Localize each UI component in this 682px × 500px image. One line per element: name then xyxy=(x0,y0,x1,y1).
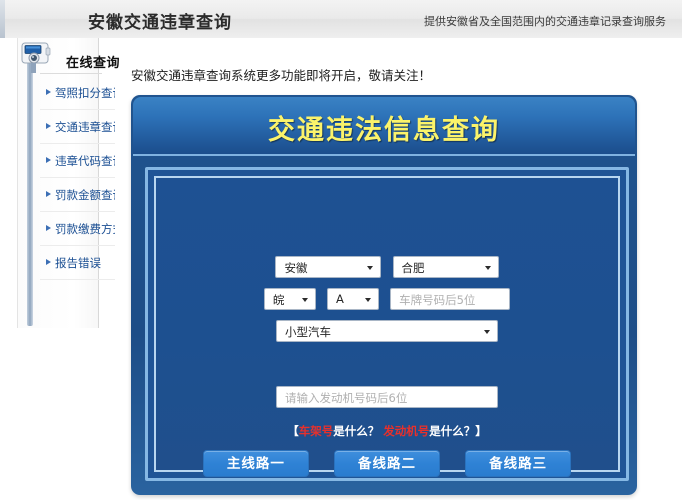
hint-question-1: 是什么？ xyxy=(333,424,379,438)
query-buttons: 主线路一 备线路二 备线路三 xyxy=(156,450,618,477)
plate-prefix-value: 皖 xyxy=(273,292,285,308)
form-row-plate: 皖 A 车牌号码后5位 xyxy=(156,288,618,310)
form-hint: 【车架号是什么？ 发动机号是什么？】 xyxy=(156,423,618,439)
form-row-vehicle: 小型汽车 xyxy=(156,320,618,342)
notice-text: 安徽交通违章查询系统更多功能即将开启，敬请关注！ xyxy=(131,65,431,84)
query-button-line-3[interactable]: 备线路三 xyxy=(465,450,571,477)
arrow-right-icon xyxy=(46,123,51,129)
sidebar: 在线查询 驾照扣分查询 交通违章查询 违章代码查询 罚款金额查询 罚款缴费方式 xyxy=(17,38,99,328)
arrow-right-icon xyxy=(46,157,51,163)
header-accent-bar xyxy=(0,0,5,38)
form-row-engine: 请输入发动机号码后6位 xyxy=(156,386,618,408)
province-select-value: 安徽 xyxy=(284,260,307,276)
plate-letter-select[interactable]: A xyxy=(327,288,379,310)
province-select[interactable]: 安徽 xyxy=(275,256,381,278)
chevron-down-icon xyxy=(302,298,308,302)
query-form: 安徽 合肥 皖 xyxy=(156,178,618,470)
site-header: 安徽交通违章查询 提供安徽省及全国范围内的交通违章记录查询服务 xyxy=(0,0,682,39)
sidebar-item-report-error[interactable]: 报告错误 xyxy=(40,246,115,280)
chevron-down-icon xyxy=(485,266,491,270)
form-row-region: 安徽 合肥 xyxy=(156,256,618,278)
chevron-down-icon xyxy=(367,266,373,270)
hint-chassis-link[interactable]: 车架号 xyxy=(299,424,334,438)
hint-question-2: 是什么？ xyxy=(429,424,475,438)
hint-close-bracket: 】 xyxy=(475,424,487,438)
sidebar-rail xyxy=(27,44,33,326)
engine-number-placeholder: 请输入发动机号码后6位 xyxy=(285,390,407,406)
hint-engine-link[interactable]: 发动机号 xyxy=(383,424,429,438)
sidebar-item-fine-amount[interactable]: 罚款金额查询 xyxy=(40,178,115,212)
sidebar-header-label: 在线查询 xyxy=(66,52,120,71)
sidebar-item-label: 罚款缴费方式 xyxy=(55,221,115,237)
sidebar-item-label: 违章代码查询 xyxy=(55,153,115,169)
page-body: 在线查询 驾照扣分查询 交通违章查询 违章代码查询 罚款金额查询 罚款缴费方式 xyxy=(0,38,682,500)
plate-number-input[interactable]: 车牌号码后5位 xyxy=(390,288,510,310)
arrow-right-icon xyxy=(46,225,51,231)
engine-number-input[interactable]: 请输入发动机号码后6位 xyxy=(276,386,498,408)
sidebar-item-label: 报告错误 xyxy=(55,255,101,271)
city-select[interactable]: 合肥 xyxy=(393,256,499,278)
query-panel: 交通违法信息查询 安徽 合肥 xyxy=(131,95,637,495)
sidebar-item-payment-method[interactable]: 罚款缴费方式 xyxy=(40,212,115,246)
query-form-inner-frame: 安徽 合肥 皖 xyxy=(154,176,620,472)
site-title: 安徽交通违章查询 xyxy=(88,8,232,33)
arrow-right-icon xyxy=(46,191,51,197)
query-button-line-1[interactable]: 主线路一 xyxy=(203,450,309,477)
sidebar-nav: 驾照扣分查询 交通违章查询 违章代码查询 罚款金额查询 罚款缴费方式 报告错误 xyxy=(40,76,115,280)
sidebar-item-label: 罚款金额查询 xyxy=(55,187,115,203)
query-panel-header: 交通违法信息查询 xyxy=(133,97,635,156)
chevron-down-icon xyxy=(484,330,490,334)
site-tagline: 提供安徽省及全国范围内的交通违章记录查询服务 xyxy=(424,13,666,29)
query-button-line-2[interactable]: 备线路二 xyxy=(334,450,440,477)
chevron-down-icon xyxy=(365,298,371,302)
sidebar-item-traffic-violation[interactable]: 交通违章查询 xyxy=(40,110,115,144)
sidebar-item-label: 交通违章查询 xyxy=(55,119,115,135)
query-panel-title: 交通违法信息查询 xyxy=(133,108,635,147)
city-select-value: 合肥 xyxy=(402,260,425,276)
vehicle-type-select[interactable]: 小型汽车 xyxy=(276,320,498,342)
plate-letter-value: A xyxy=(336,292,344,306)
plate-prefix-select[interactable]: 皖 xyxy=(264,288,316,310)
arrow-right-icon xyxy=(46,259,51,265)
arrow-right-icon xyxy=(46,89,51,95)
sidebar-header: 在线查询 xyxy=(40,43,102,74)
sidebar-item-violation-code[interactable]: 违章代码查询 xyxy=(40,144,115,178)
plate-number-placeholder: 车牌号码后5位 xyxy=(399,292,475,308)
vehicle-type-value: 小型汽车 xyxy=(285,324,331,340)
hint-open-bracket: 【 xyxy=(287,424,299,438)
sidebar-item-label: 驾照扣分查询 xyxy=(55,85,115,101)
query-form-frame: 安徽 合肥 皖 xyxy=(145,167,629,481)
sidebar-item-license-points[interactable]: 驾照扣分查询 xyxy=(40,76,115,110)
